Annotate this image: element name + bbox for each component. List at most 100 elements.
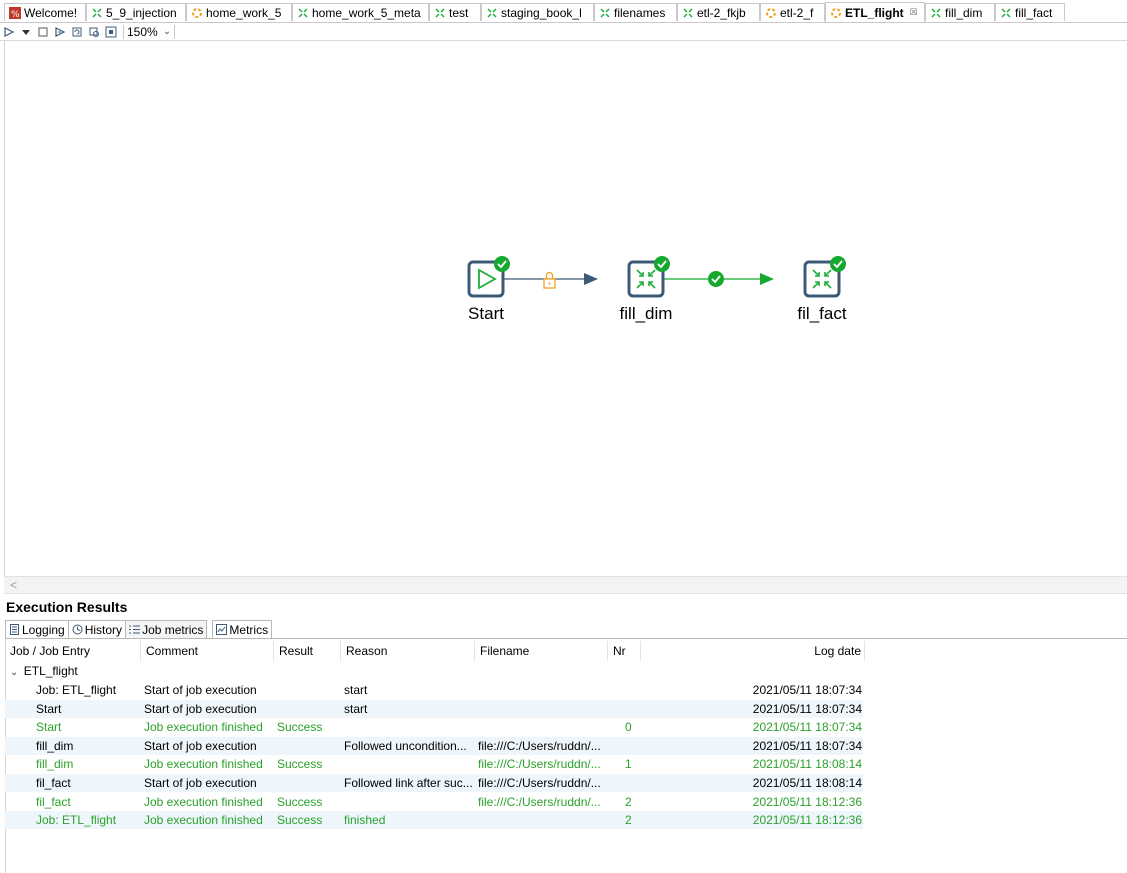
hop-success-check-icon (708, 271, 724, 287)
table-row[interactable]: fill_dim Job execution finished Success fil… (5, 755, 863, 773)
job-icon (830, 7, 842, 19)
cell-nr (625, 774, 645, 792)
replay-icon[interactable] (69, 25, 85, 39)
tab-label: etl-2_fkjb (697, 5, 746, 20)
tab-label: Logging (22, 622, 65, 637)
column-header-nr[interactable]: Nr (608, 641, 641, 661)
transformation-icon (91, 7, 103, 19)
tab-label: fill_fact (1015, 5, 1053, 20)
cell-result: Success (277, 813, 323, 828)
zoom-select[interactable]: 150% ⌄ (123, 24, 176, 39)
fil-fact-node[interactable] (803, 256, 846, 298)
tab-fill-fact[interactable]: fill_fact (995, 3, 1065, 21)
job-icon (191, 7, 203, 19)
preview-icon[interactable] (52, 25, 68, 39)
column-header-reason[interactable]: Reason (341, 641, 475, 661)
cell-filename (478, 681, 608, 699)
cell-log-date: 2021/05/11 18:12:36 (752, 813, 862, 828)
column-header-log-date[interactable]: Log date (641, 641, 865, 661)
table-row[interactable]: Job: ETL_flight Start of job execution sta… (5, 681, 863, 699)
tab-etl-flight[interactable]: ETL_flight ☒ (825, 2, 925, 22)
tab-label: Metrics (229, 622, 269, 637)
cell-reason (344, 755, 472, 773)
scroll-left-icon[interactable]: < (10, 578, 17, 592)
cell-comment: Job execution finished (144, 794, 263, 809)
fil-fact-node-label: fil_fact (797, 304, 847, 323)
cell-nr (625, 700, 645, 718)
table-row[interactable]: Start Job execution finished Success 0 2021/… (5, 718, 863, 736)
tab-label: etl-2_f (780, 5, 814, 20)
cell-reason: start (344, 683, 368, 697)
fill-dim-node[interactable] (627, 256, 670, 298)
cell-result (277, 774, 337, 792)
tab-label: fill_dim (945, 5, 983, 20)
cell-comment: Start of job execution (144, 701, 257, 716)
cell-entry: Job: ETL_flight (36, 813, 117, 828)
welcome-icon: % (9, 6, 21, 20)
tab-etl-2-f[interactable]: etl-2_f (760, 3, 825, 21)
tab-history[interactable]: History (67, 620, 127, 638)
run-dropdown-icon[interactable] (18, 25, 34, 39)
tab-metrics[interactable]: Metrics (212, 620, 273, 638)
close-icon[interactable]: ☒ (910, 7, 918, 18)
canvas-horizontal-scrollbar[interactable]: < (4, 576, 1127, 594)
tab-logging[interactable]: Logging (5, 620, 69, 638)
cell-reason: start (344, 701, 368, 716)
cell-comment: Start of job execution (144, 738, 257, 753)
check-job-icon[interactable] (86, 25, 102, 39)
editor-tab-bar: % Welcome! 5_9_injection home_work_5 hom… (0, 0, 1127, 23)
cell-nr: 0 (625, 720, 632, 735)
cell-nr: 2 (625, 813, 632, 828)
cell-log-date: 2021/05/11 18:08:14 (752, 757, 862, 772)
execution-results-title: Execution Results (6, 599, 128, 615)
tab-5-9-injection[interactable]: 5_9_injection (86, 3, 186, 21)
cell-comment: Start of job execution (144, 683, 257, 697)
stop-icon[interactable] (35, 25, 51, 39)
cell-filename (478, 700, 608, 718)
tab-job-metrics[interactable]: Job metrics (125, 620, 208, 638)
cell-filename (478, 811, 608, 829)
cell-filename (478, 718, 608, 736)
column-header-filename[interactable]: Filename (475, 641, 608, 661)
transformation-icon (297, 7, 309, 19)
cell-result: Success (277, 720, 323, 735)
cell-nr (625, 681, 645, 699)
tab-welcome[interactable]: % Welcome! (4, 3, 86, 21)
chevron-down-icon: ⌄ (162, 26, 172, 37)
start-node[interactable] (467, 256, 510, 298)
cell-comment: Job execution finished (144, 813, 263, 828)
cell-log-date: 2021/05/11 18:07:34 (752, 738, 862, 753)
tab-label: home_work_5 (206, 5, 282, 20)
transformation-icon (599, 7, 611, 19)
success-check-icon (654, 256, 670, 272)
sql-icon[interactable] (103, 25, 119, 39)
tab-test[interactable]: test (429, 3, 481, 21)
cell-comment: Job execution finished (144, 720, 263, 735)
table-row[interactable]: Job: ETL_flight Job execution finished Suc… (5, 811, 863, 830)
tab-etl-2-fkjb[interactable]: etl-2_fkjb (677, 3, 760, 21)
column-header-job-entry[interactable]: Job / Job Entry (5, 641, 141, 661)
transformation-icon (1000, 7, 1012, 19)
cell-entry: Job: ETL_flight (36, 683, 117, 697)
table-row[interactable]: fil_fact Start of job execution Followed l… (5, 774, 863, 792)
tab-staging-book-l[interactable]: staging_book_l (481, 3, 594, 21)
cell-filename: file:///C:/Users/ruddn/... (478, 757, 601, 772)
tab-fill-dim[interactable]: fill_dim (925, 3, 995, 21)
tab-label: filenames (614, 5, 666, 20)
chart-icon (216, 624, 228, 635)
job-canvas[interactable]: Start fill_dim fil_fact (4, 41, 1127, 576)
fill-dim-node-label: fill_dim (619, 304, 673, 323)
table-row[interactable]: Start Start of job execution start 2021/05/… (5, 699, 863, 718)
column-header-result[interactable]: Result (274, 641, 341, 661)
table-row[interactable]: fil_fact Job execution finished Success fil… (5, 793, 863, 811)
chevron-down-icon[interactable]: ⌄ (10, 667, 18, 678)
tab-filenames[interactable]: filenames (594, 3, 677, 21)
run-icon[interactable] (1, 25, 17, 39)
table-row[interactable]: fill_dim Start of job execution Followed u… (5, 736, 863, 755)
cell-reason: Followed uncondition... (344, 738, 467, 753)
tab-home-work-5-meta[interactable]: home_work_5_meta (292, 3, 429, 21)
tab-home-work-5[interactable]: home_work_5 (186, 3, 292, 21)
success-check-icon (830, 256, 846, 272)
column-header-comment[interactable]: Comment (141, 641, 274, 661)
tree-root-etl-flight[interactable]: ⌄ ETL_flight (10, 662, 78, 680)
